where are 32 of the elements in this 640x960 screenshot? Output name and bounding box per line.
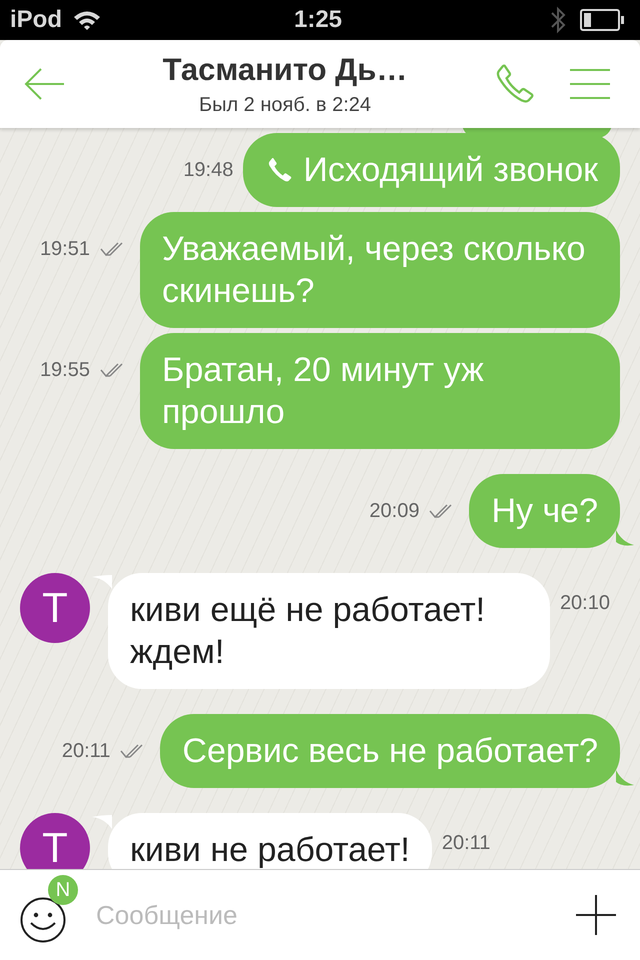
message-input-bar[interactable]: N Сообщение <box>0 869 640 960</box>
message-text: Ну че? <box>491 491 598 532</box>
message-text: киви ещё не работает! ждем! <box>130 590 486 673</box>
contact-avatar: Т <box>20 573 90 643</box>
carrier-label: iPod <box>10 6 62 34</box>
bubble-tail <box>92 575 112 589</box>
notification-badge: N <box>48 875 78 905</box>
bluetooth-icon <box>550 5 566 35</box>
message-time: 19:48 <box>183 158 234 182</box>
message-text: Сервис весь не работает? <box>182 731 598 772</box>
smiley-icon[interactable] <box>20 897 66 943</box>
message-time: 20:10 <box>560 592 610 614</box>
message-text: киви не работает! <box>130 830 410 869</box>
message-time: 20:09 <box>369 500 420 522</box>
message-text: Уважаемый, через сколько скинешь? <box>162 229 586 312</box>
battery-icon <box>580 9 626 31</box>
contact-avatar: Т <box>20 813 90 869</box>
clock-time: 1:25 <box>294 6 342 34</box>
contact-name: Тасманито Дь… <box>162 52 408 88</box>
back-arrow-icon <box>24 67 66 101</box>
bubble-tail <box>92 815 112 829</box>
message-time: 20:11 <box>62 740 110 762</box>
wifi-icon <box>72 9 102 31</box>
last-seen-status: Был 2 нояб. в 2:24 <box>198 94 372 116</box>
message-input[interactable]: Сообщение <box>94 898 548 932</box>
menu-icon <box>570 68 610 100</box>
message-text: Братан, 20 минут уж прошло <box>162 350 485 433</box>
message-time: 19:51 <box>40 238 90 260</box>
message-time: 19:55 <box>40 358 90 382</box>
call-label: Исходящий звонок <box>303 150 598 191</box>
plus-icon <box>576 895 616 935</box>
message-time: 20:11 <box>442 832 490 854</box>
